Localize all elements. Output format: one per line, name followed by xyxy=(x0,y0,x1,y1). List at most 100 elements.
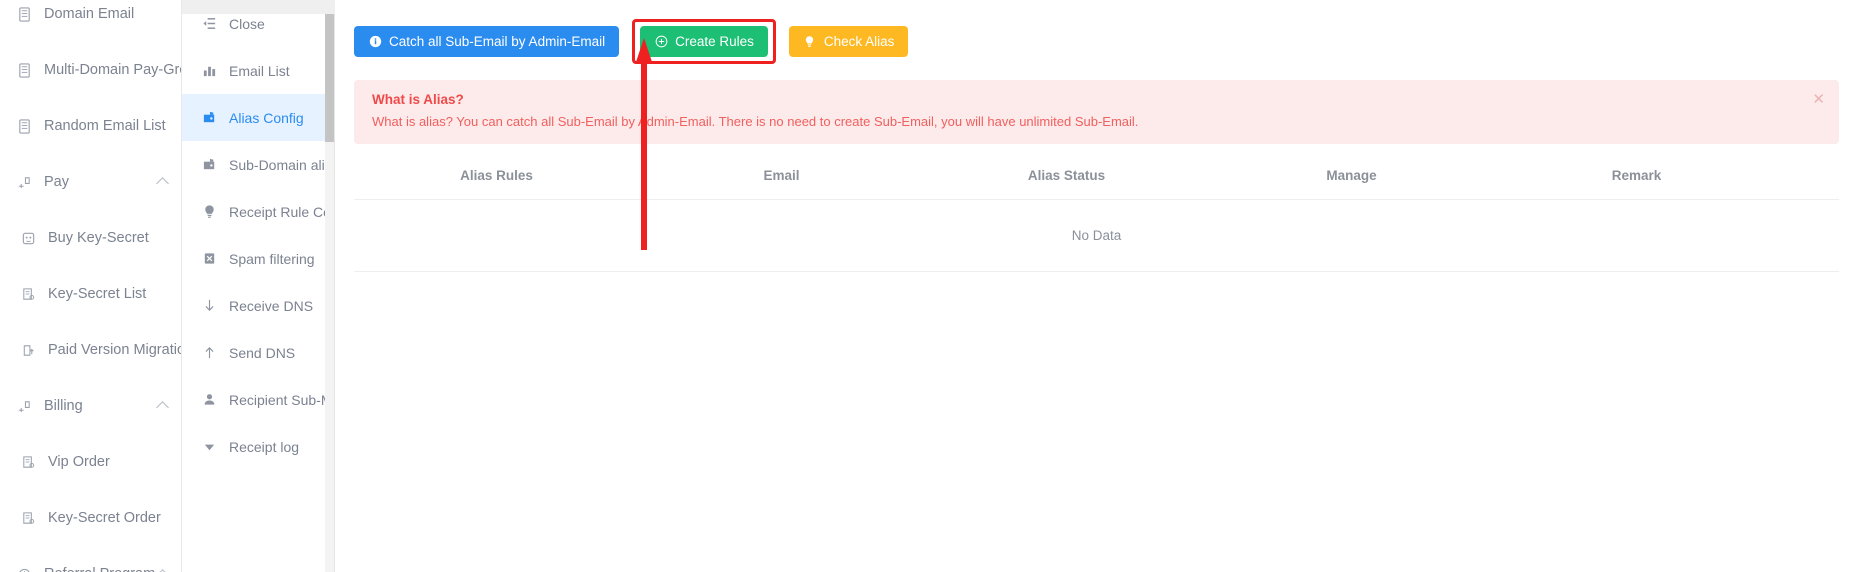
close-icon[interactable]: ✕ xyxy=(1812,92,1825,107)
sidebar-item-label: Random Email List xyxy=(44,118,166,134)
column-header-remark: Remark xyxy=(1494,167,1779,200)
key-secret-list-icon xyxy=(18,284,38,304)
spam-filter-icon xyxy=(200,250,218,268)
sidebar-item-domain-email[interactable]: Domain Email xyxy=(0,0,181,42)
sidebar-item-label: Vip Order xyxy=(48,454,110,470)
sidebar-item-label: Key-Secret List xyxy=(48,286,147,302)
sidebar-item-paid-version-migration[interactable]: Paid Version Migration xyxy=(0,322,181,378)
create-rules-button[interactable]: Create Rules xyxy=(640,26,768,57)
secondary-menu-scrollbar[interactable] xyxy=(325,0,334,572)
column-header-manage: Manage xyxy=(1209,167,1494,200)
alias-info-alert: What is Alias? What is alias? You can ca… xyxy=(354,80,1839,144)
bar-chart-icon xyxy=(200,62,218,80)
table-header: Alias Rules Email Alias Status Manage Re… xyxy=(354,167,1839,200)
menu-item-send-dns[interactable]: Send DNS xyxy=(182,329,334,376)
menu-item-email-list[interactable]: Email List xyxy=(182,47,334,94)
sidebar-item-label: Multi-Domain Pay-Group xyxy=(44,62,181,78)
menu-item-receipt-log[interactable]: Receipt log xyxy=(182,423,334,470)
sidebar-item-vip-order[interactable]: Vip Order xyxy=(0,434,181,490)
wallet-icon xyxy=(200,109,218,127)
menu-item-label: Receipt log xyxy=(229,438,300,455)
vip-order-icon xyxy=(18,452,38,472)
user-icon xyxy=(200,391,218,409)
sidebar-group-label: Referral Program xyxy=(44,566,158,572)
menu-item-label: Spam filtering xyxy=(229,250,315,267)
chevron-up-icon[interactable] xyxy=(156,400,169,414)
table-body: No Data xyxy=(354,199,1839,272)
chevron-up-icon[interactable] xyxy=(156,568,169,572)
sidebar-group-referral-program[interactable]: Referral Program xyxy=(0,546,181,572)
menu-item-sub-domain-alias[interactable]: Sub-Domain alias xyxy=(182,141,334,188)
sidebar-item-key-secret-list[interactable]: Key-Secret List xyxy=(0,266,181,322)
buy-key-secret-icon xyxy=(18,228,38,248)
sidebar-item-key-secret-order[interactable]: Key-Secret Order xyxy=(0,490,181,546)
sidebar-item-multi-domain-pay-group[interactable]: Multi-Domain Pay-Group xyxy=(0,42,181,98)
primary-sidebar: Domain Email Multi-Domain Pay-Group Rand… xyxy=(0,0,182,572)
menu-item-label: Alias Config xyxy=(229,109,304,126)
menu-item-label: Receipt Rule Config xyxy=(229,203,334,220)
referral-program-icon xyxy=(14,564,34,572)
check-alias-button[interactable]: Check Alias xyxy=(788,26,909,57)
billing-icon xyxy=(14,396,34,416)
sidebar-group-label: Billing xyxy=(44,398,83,414)
scrollbar-thumb[interactable] xyxy=(325,14,334,142)
column-header-alias-status: Alias Status xyxy=(924,167,1209,200)
lightbulb-icon xyxy=(200,203,218,221)
alias-rules-table-wrapper: Alias Rules Email Alias Status Manage Re… xyxy=(354,167,1839,272)
sidebar-group-label: Pay xyxy=(44,174,69,190)
triangle-down-icon xyxy=(200,438,218,456)
arrow-up-icon xyxy=(200,344,218,362)
menu-item-label: Receive DNS xyxy=(229,297,314,314)
alert-title: What is Alias? xyxy=(372,92,464,107)
arrow-down-icon xyxy=(200,297,218,315)
menu-item-label: Send DNS xyxy=(229,344,296,361)
sidebar-group-billing[interactable]: Billing xyxy=(0,378,181,434)
secondary-menu-list: Close Email List Alias Config Sub-Domain… xyxy=(182,0,334,470)
random-email-icon xyxy=(14,116,34,136)
domain-email-icon xyxy=(14,4,34,24)
sidebar-item-random-email-list[interactable]: Random Email List xyxy=(0,98,181,154)
create-rules-label: Create Rules xyxy=(675,34,754,49)
key-secret-order-icon xyxy=(18,508,38,528)
secondary-menu-top-strip xyxy=(182,0,335,14)
plus-circle-icon xyxy=(654,35,668,49)
check-alias-label: Check Alias xyxy=(823,34,895,49)
secondary-menu: Close Email List Alias Config Sub-Domain… xyxy=(182,0,335,572)
menu-item-label: Close xyxy=(229,15,265,32)
menu-item-receipt-rule-config[interactable]: Receipt Rule Config xyxy=(182,188,334,235)
catch-all-sub-email-button[interactable]: Catch all Sub-Email by Admin-Email xyxy=(354,26,620,57)
sidebar-item-label: Buy Key-Secret xyxy=(48,230,149,246)
sidebar-group-pay[interactable]: Pay xyxy=(0,154,181,210)
info-circle-icon xyxy=(368,35,382,49)
alert-body-text: What is alias? You can catch all Sub-Ema… xyxy=(372,114,1139,129)
table-empty-row: No Data xyxy=(354,199,1839,272)
column-header-alias-rules: Alias Rules xyxy=(354,167,639,200)
collapse-menu-icon xyxy=(200,15,218,33)
menu-item-label: Recipient Sub-Mail xyxy=(229,391,335,408)
sidebar-item-label: Paid Version Migration xyxy=(48,342,181,358)
sidebar-item-label: Domain Email xyxy=(44,6,135,22)
column-header-spacer xyxy=(1779,167,1839,200)
menu-item-label: Email List xyxy=(229,62,290,79)
menu-item-spam-filtering[interactable]: Spam filtering xyxy=(182,235,334,282)
main-content: Catch all Sub-Email by Admin-Email Creat… xyxy=(335,0,1858,572)
create-rules-highlight-annotation: Create Rules xyxy=(632,19,776,64)
alias-rules-table: Alias Rules Email Alias Status Manage Re… xyxy=(354,167,1839,272)
lightbulb-icon xyxy=(803,35,817,49)
table-header-row: Alias Rules Email Alias Status Manage Re… xyxy=(354,167,1839,200)
menu-item-label: Sub-Domain alias xyxy=(229,156,335,173)
paid-version-migration-icon xyxy=(18,340,38,360)
menu-item-recipient-sub-mail[interactable]: Recipient Sub-Mail xyxy=(182,376,334,423)
sidebar-item-buy-key-secret[interactable]: Buy Key-Secret xyxy=(0,210,181,266)
menu-item-alias-config[interactable]: Alias Config xyxy=(182,94,334,141)
pay-icon xyxy=(14,172,34,192)
action-toolbar: Catch all Sub-Email by Admin-Email Creat… xyxy=(335,0,1858,64)
catch-all-sub-email-label: Catch all Sub-Email by Admin-Email xyxy=(389,34,606,49)
multi-domain-icon xyxy=(14,60,34,80)
column-header-email: Email xyxy=(639,167,924,200)
chevron-up-icon[interactable] xyxy=(156,176,169,190)
sidebar-item-label: Key-Secret Order xyxy=(48,510,161,526)
menu-item-receive-dns[interactable]: Receive DNS xyxy=(182,282,334,329)
no-data-message: No Data xyxy=(354,199,1839,272)
primary-sidebar-list: Domain Email Multi-Domain Pay-Group Rand… xyxy=(0,0,181,572)
